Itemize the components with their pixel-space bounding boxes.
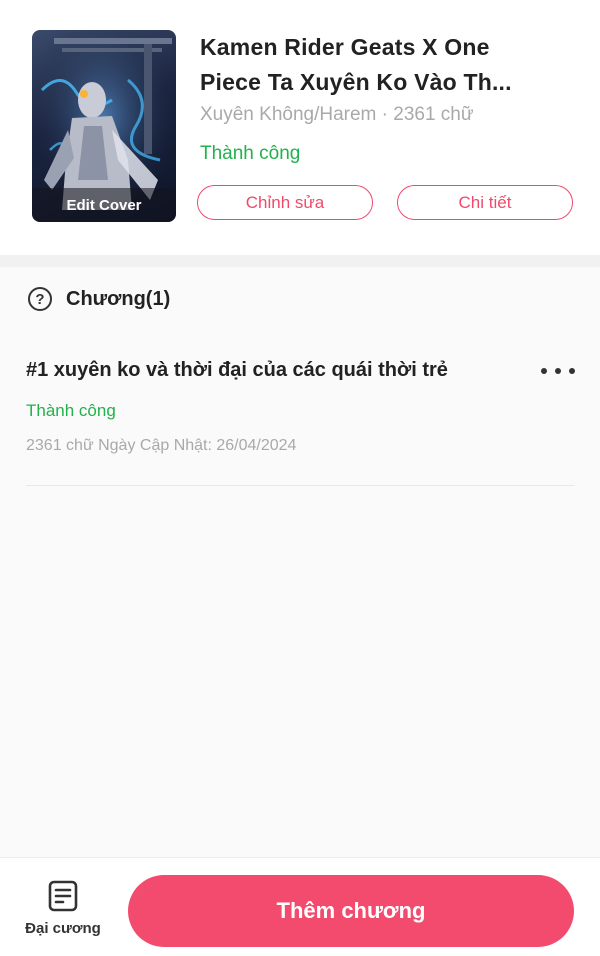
chapter-status: Thành công — [26, 401, 116, 420]
chapters-count-label: Chương(1) — [66, 287, 171, 310]
book-status: Thành công — [200, 143, 301, 164]
chapter-meta: 2361 chữ Ngày Cập Nhật: 26/04/2024 — [26, 437, 297, 454]
chapters-section: ? Chương(1) #1 xuyên ko và thời đại của … — [0, 267, 600, 857]
chapter-list-item[interactable]: #1 xuyên ko và thời đại của các quái thờ… — [26, 355, 575, 486]
bottom-bar: Đại cương Thêm chương — [0, 857, 600, 956]
outline-tab-label: Đại cương — [25, 920, 101, 937]
help-circle-icon[interactable]: ? — [28, 287, 52, 311]
section-divider — [0, 255, 600, 267]
book-title-line-1: Kamen Rider Geats X One — [200, 34, 490, 60]
more-dot — [541, 368, 547, 374]
book-title-line-2: Piece Ta Xuyên Ko Vào Th... — [200, 69, 512, 95]
book-header: Edit Cover Kamen Rider Geats X One Piece… — [0, 0, 600, 255]
chapter-title[interactable]: #1 xuyên ko và thời đại của các quái thờ… — [26, 359, 506, 382]
edit-book-button[interactable]: Chỉnh sửa — [197, 185, 373, 220]
more-dot — [569, 368, 575, 374]
book-detail-button[interactable]: Chi tiết — [397, 185, 573, 220]
book-meta: Xuyên Không/Harem · 2361 chữ — [200, 104, 474, 125]
outline-tab[interactable]: Đại cương — [18, 878, 108, 944]
document-list-icon — [48, 880, 78, 912]
chapters-header: ? Chương(1) — [28, 285, 170, 313]
more-dot — [555, 368, 561, 374]
more-horizontal-icon[interactable] — [541, 363, 575, 379]
book-cover[interactable]: Edit Cover — [32, 30, 176, 222]
edit-cover-label[interactable]: Edit Cover — [32, 188, 176, 222]
book-title: Kamen Rider Geats X One Piece Ta Xuyên K… — [200, 30, 580, 100]
add-chapter-button[interactable]: Thêm chương — [128, 875, 574, 947]
